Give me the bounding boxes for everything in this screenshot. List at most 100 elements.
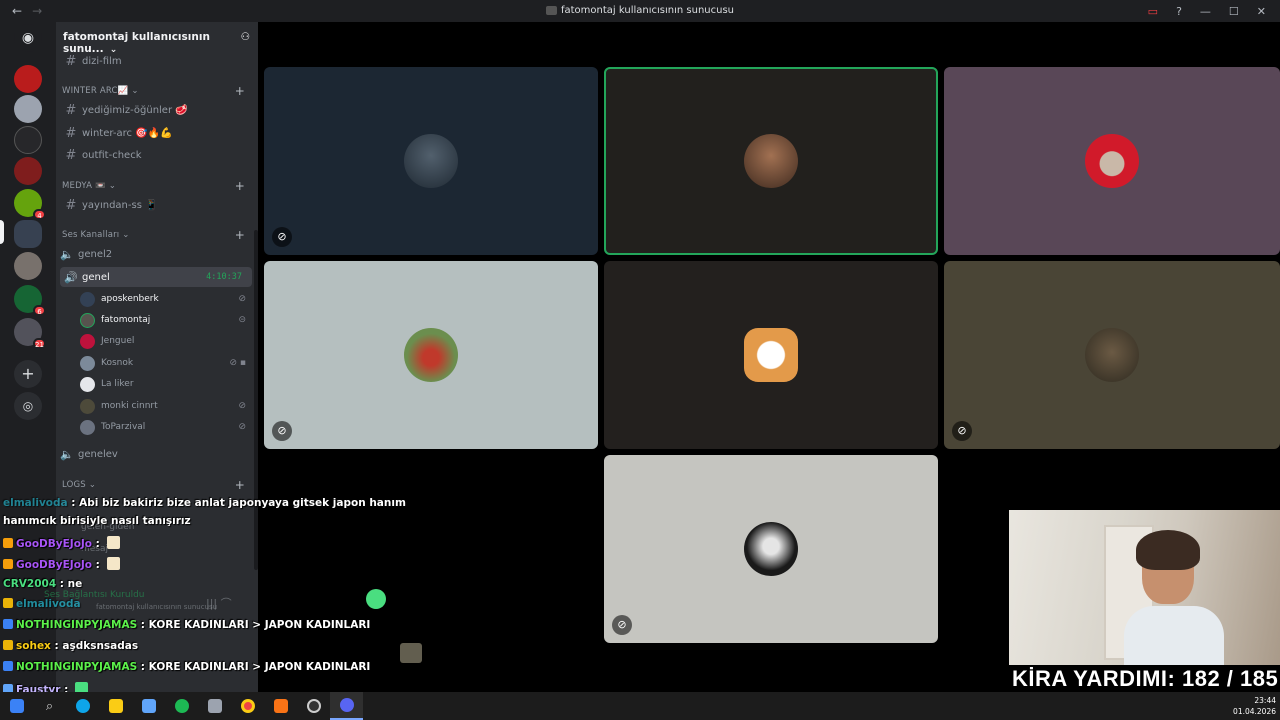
voice-user[interactable]: La liker bbox=[80, 374, 258, 394]
taskbar: ⌕ 23:44 01.04.2026 bbox=[0, 692, 1280, 720]
participant-tile[interactable]: ⊘ bbox=[264, 67, 598, 255]
voice-channel-item[interactable]: 🔈 genelev bbox=[56, 444, 258, 464]
channel-label: genel bbox=[82, 271, 110, 283]
chat-message: NOTHINGINPYJAMAS : KORE KADINLARI > JAPO… bbox=[3, 619, 370, 631]
system-clock[interactable]: 23:44 01.04.2026 bbox=[1233, 695, 1276, 717]
add-channel-icon[interactable]: + bbox=[235, 478, 245, 492]
explore-icon[interactable]: ◎ bbox=[14, 392, 42, 420]
voice-user[interactable]: Kosnok ⊘ ▪ bbox=[80, 353, 258, 373]
category-header[interactable]: MEDYA 📼 ⌄ + bbox=[56, 178, 258, 194]
server-icon[interactable] bbox=[14, 95, 42, 123]
add-channel-icon[interactable]: + bbox=[235, 228, 245, 242]
participant-tile[interactable] bbox=[944, 67, 1280, 255]
server-icon[interactable]: 21 bbox=[14, 318, 46, 349]
calculator-icon[interactable] bbox=[198, 692, 231, 720]
app-icon[interactable] bbox=[132, 692, 165, 720]
voice-channel-item-active[interactable]: 🔊 genel 4:10:37 bbox=[60, 267, 252, 287]
channel-item[interactable]: # outfit-check bbox=[56, 145, 258, 165]
participant-tile[interactable]: ⊘ bbox=[604, 455, 938, 643]
chrome-icon[interactable] bbox=[231, 692, 264, 720]
chat-sep: : bbox=[50, 640, 63, 652]
user-name: Kosnok bbox=[101, 358, 134, 368]
emote-sticker bbox=[366, 589, 386, 609]
category-header[interactable]: Ses Kanalları ⌄ + bbox=[56, 227, 258, 243]
server-icon[interactable] bbox=[14, 65, 42, 93]
search-icon[interactable]: ⌕ bbox=[33, 692, 66, 720]
clock-time: 23:44 bbox=[1254, 696, 1276, 705]
server-icon[interactable]: 6 bbox=[14, 285, 46, 316]
avatar bbox=[80, 355, 95, 371]
folder-icon[interactable] bbox=[99, 692, 132, 720]
avatar bbox=[744, 134, 798, 188]
edge-icon[interactable] bbox=[66, 692, 99, 720]
server-header[interactable]: fatomontaj kullanıcısının sunu... ⌄ ⚇ bbox=[56, 22, 258, 55]
add-channel-icon[interactable]: + bbox=[235, 179, 245, 193]
server-icon[interactable]: 4 bbox=[14, 189, 46, 220]
screen-share-icon[interactable]: ▭ bbox=[1148, 5, 1158, 18]
server-icon[interactable] bbox=[14, 157, 42, 185]
brave-icon[interactable] bbox=[264, 692, 297, 720]
category-header[interactable]: WINTER ARC📈 ⌄ + bbox=[56, 83, 258, 99]
obs-icon[interactable] bbox=[297, 692, 330, 720]
category-label: WINTER ARC📈 ⌄ bbox=[62, 86, 139, 96]
muted-mic-icon: ⊘ bbox=[272, 227, 292, 247]
category-label: LOGS ⌄ bbox=[62, 480, 97, 490]
spotify-icon[interactable] bbox=[165, 692, 198, 720]
avatar bbox=[1085, 328, 1139, 382]
avatar bbox=[80, 376, 95, 392]
voice-user[interactable]: fatomontaj ⊝ bbox=[80, 310, 258, 330]
hash-icon: # bbox=[65, 102, 77, 118]
avatar bbox=[404, 328, 458, 382]
badge-icon bbox=[3, 559, 13, 569]
participant-tile[interactable] bbox=[604, 261, 938, 449]
user-name: monki cinnrt bbox=[101, 401, 158, 411]
category-label: MEDYA 📼 ⌄ bbox=[62, 181, 117, 191]
chat-user: GooDByEJoJo bbox=[16, 538, 93, 550]
channel-label: genel2 bbox=[78, 248, 113, 260]
channel-item[interactable]: # yediğimiz-öğünler 🥩 bbox=[56, 100, 258, 120]
chat-user: elmalivoda bbox=[16, 598, 81, 610]
avatar bbox=[80, 419, 95, 435]
avatar bbox=[744, 328, 798, 382]
server-icon-selected[interactable] bbox=[14, 220, 42, 248]
voice-user[interactable]: Jenguel bbox=[80, 331, 258, 351]
channel-sidebar: fatomontaj kullanıcısının sunu... ⌄ ⚇ # d… bbox=[44, 22, 258, 692]
participant-tile[interactable]: ⊘ bbox=[944, 261, 1280, 449]
streamer-hair bbox=[1136, 530, 1200, 570]
maximize-button[interactable]: ☐ bbox=[1229, 5, 1239, 18]
help-icon[interactable]: ? bbox=[1176, 5, 1182, 18]
minimize-button[interactable]: — bbox=[1200, 5, 1211, 18]
chat-message: elmalivoda : Abi biz bakiriz bize anlat … bbox=[3, 497, 406, 509]
hash-icon: # bbox=[65, 53, 77, 69]
voice-user[interactable]: ToParzival ⊘ bbox=[80, 417, 258, 437]
chat-text: Abi biz bakiriz bize anlat japonyaya git… bbox=[79, 497, 406, 509]
add-server-icon[interactable]: + bbox=[14, 360, 42, 388]
category-label: Ses Kanalları ⌄ bbox=[62, 230, 130, 240]
chat-message: hanımcık birisiyle nasıl tanışırız bbox=[3, 515, 191, 527]
server-icon[interactable] bbox=[14, 126, 42, 154]
streamer bbox=[1124, 530, 1224, 665]
voice-user[interactable]: aposkenberk ⊘ bbox=[80, 289, 258, 309]
avatar bbox=[80, 291, 95, 307]
start-icon[interactable] bbox=[0, 692, 33, 720]
audio-controls-icon[interactable]: ||| ⌒ bbox=[206, 595, 232, 611]
add-channel-icon[interactable]: + bbox=[235, 84, 245, 98]
participant-tile[interactable]: ⊘ bbox=[264, 261, 598, 449]
voice-user[interactable]: monki cinnrt ⊘ bbox=[80, 396, 258, 416]
channel-label: winter-arc 🎯🔥💪 bbox=[82, 127, 173, 139]
chat-user: elmalivoda bbox=[3, 497, 68, 509]
channel-item[interactable]: # winter-arc 🎯🔥💪 bbox=[56, 123, 258, 143]
unread-badge: 21 bbox=[33, 338, 46, 349]
close-button[interactable]: ✕ bbox=[1257, 5, 1266, 18]
channel-item[interactable]: # dizi-film bbox=[56, 51, 258, 71]
chat-message: NOTHINGINPYJAMAS : KORE KADINLARI > JAPO… bbox=[3, 661, 370, 673]
discord-home-icon[interactable]: ◉ bbox=[14, 24, 42, 52]
channel-item[interactable]: # yayından-ss 📱 bbox=[56, 195, 258, 215]
voice-channel-item[interactable]: 🔈 genel2 bbox=[56, 244, 258, 264]
participant-tile-speaking[interactable] bbox=[604, 67, 938, 255]
category-header[interactable]: LOGS ⌄ + bbox=[56, 477, 258, 493]
chat-sep: : bbox=[92, 538, 104, 550]
server-icon[interactable] bbox=[14, 252, 42, 280]
chat-sep: : bbox=[56, 578, 68, 590]
discord-taskbar-icon[interactable] bbox=[330, 692, 363, 720]
